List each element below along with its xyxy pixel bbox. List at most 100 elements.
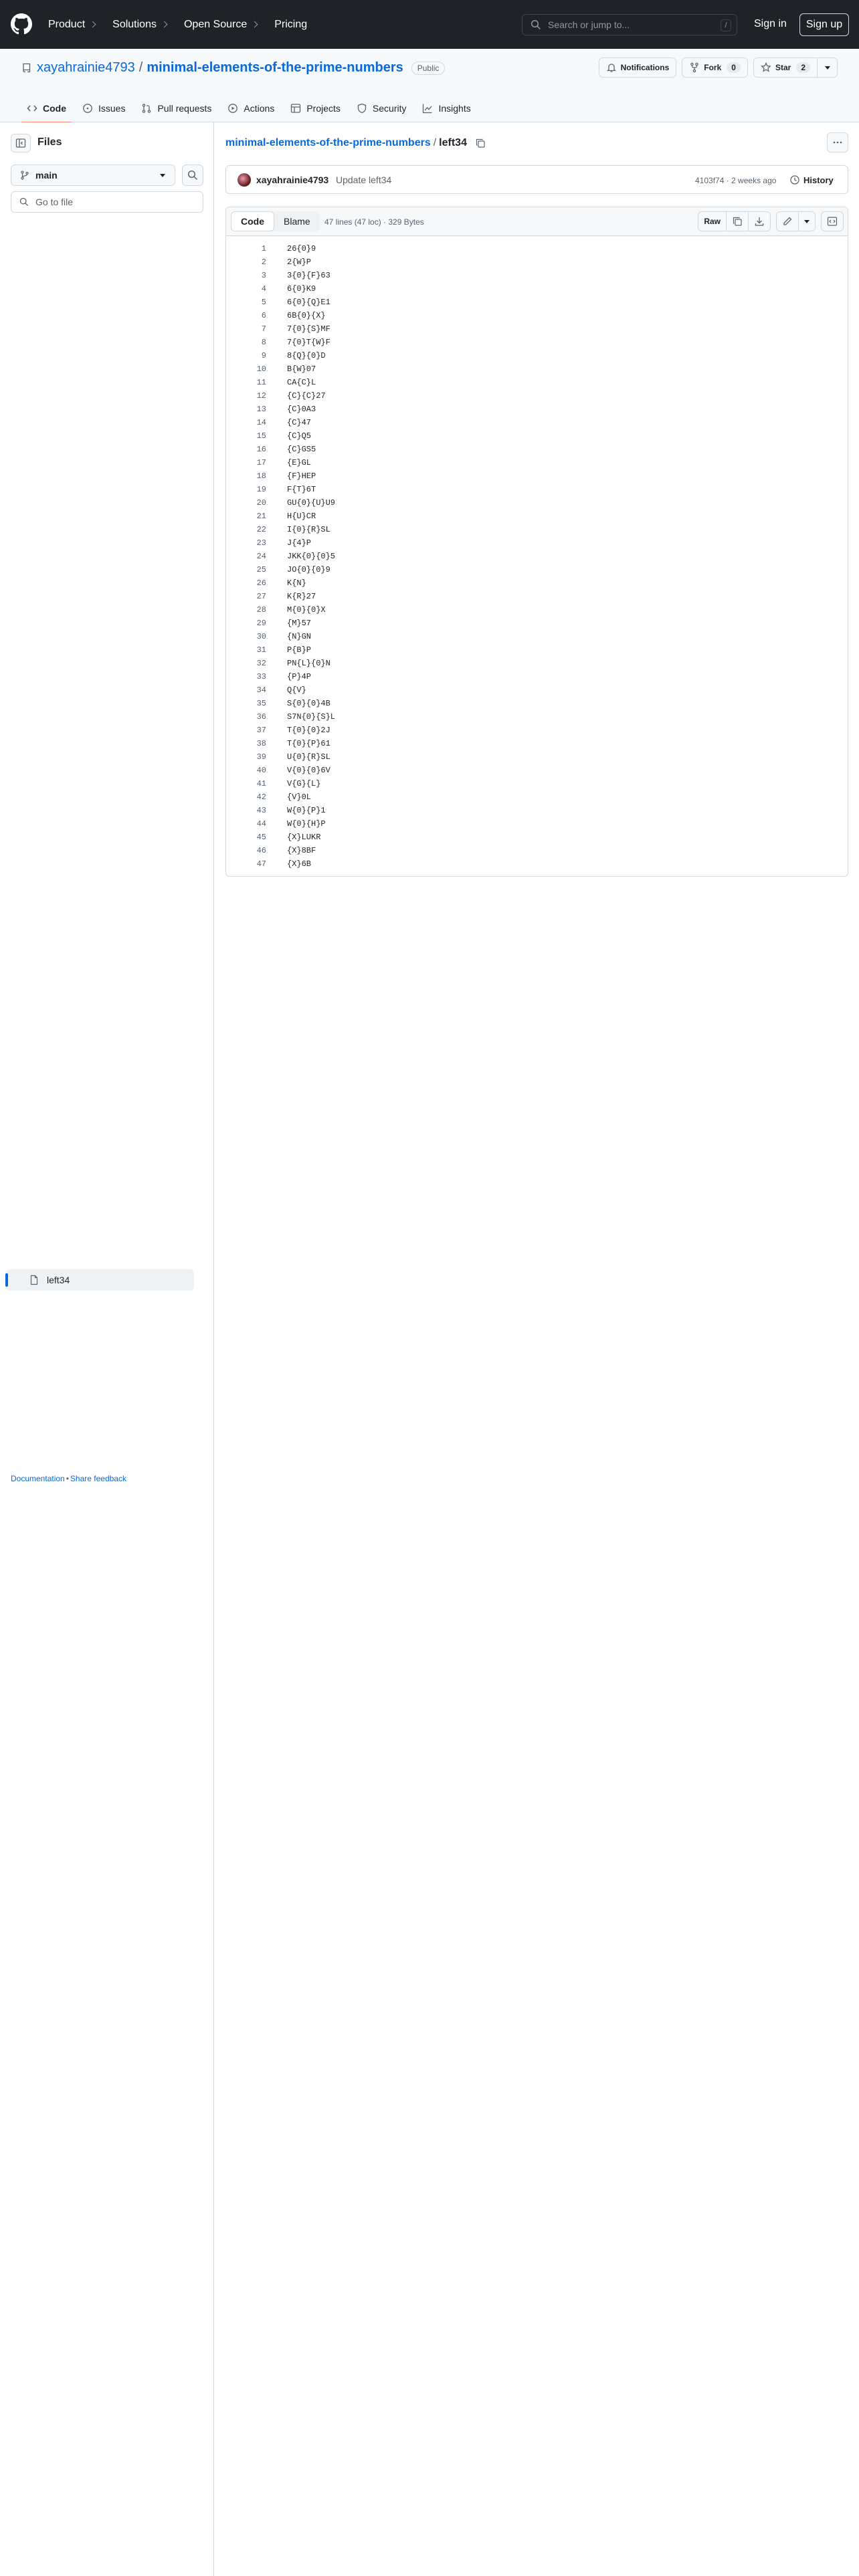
code-line: 14 {C}47 bbox=[226, 416, 848, 429]
line-number[interactable]: 27 bbox=[226, 590, 266, 603]
commit-message-link[interactable]: Update left34 bbox=[336, 175, 391, 185]
collapse-sidebar-button[interactable] bbox=[11, 134, 31, 152]
go-to-file-input[interactable]: Go to file bbox=[11, 191, 203, 213]
copy-path-icon[interactable] bbox=[475, 138, 486, 148]
line-number[interactable]: 21 bbox=[226, 510, 266, 523]
line-number[interactable]: 47 bbox=[226, 857, 266, 871]
raw-button[interactable]: Raw bbox=[698, 212, 726, 231]
code-line: 40 V{0}{0}6V bbox=[226, 764, 848, 777]
breadcrumb-repo-link[interactable]: minimal-elements-of-the-prime-numbers bbox=[225, 137, 431, 149]
line-number[interactable]: 19 bbox=[226, 483, 266, 496]
line-number[interactable]: 18 bbox=[226, 469, 266, 483]
line-content: P{B}P bbox=[287, 645, 312, 655]
search-icon bbox=[19, 197, 29, 207]
code-line: 35 S{0}{0}4B bbox=[226, 697, 848, 710]
search-files-button[interactable] bbox=[182, 165, 203, 186]
global-search-input[interactable]: Search or jump to... / bbox=[522, 14, 737, 35]
line-number[interactable]: 12 bbox=[226, 389, 266, 403]
share-feedback-link[interactable]: Share feedback bbox=[70, 1474, 126, 1483]
line-number[interactable]: 35 bbox=[226, 697, 266, 710]
nav-product[interactable]: Product bbox=[48, 19, 96, 31]
line-number[interactable]: 42 bbox=[226, 790, 266, 804]
line-number[interactable]: 17 bbox=[226, 456, 266, 469]
line-number[interactable]: 33 bbox=[226, 670, 266, 683]
copy-raw-button[interactable] bbox=[726, 212, 748, 231]
tab-pull-requests[interactable]: Pull requests bbox=[136, 94, 217, 122]
line-number[interactable]: 1 bbox=[226, 242, 266, 255]
line-number[interactable]: 36 bbox=[226, 710, 266, 724]
line-number[interactable]: 37 bbox=[226, 724, 266, 737]
line-number[interactable]: 44 bbox=[226, 817, 266, 831]
tab-insights[interactable]: Insights bbox=[417, 94, 476, 122]
line-number[interactable]: 22 bbox=[226, 523, 266, 536]
tab-projects[interactable]: Projects bbox=[285, 94, 346, 122]
line-number[interactable]: 30 bbox=[226, 630, 266, 643]
tab-code[interactable]: Code bbox=[21, 94, 72, 123]
line-number[interactable]: 10 bbox=[226, 362, 266, 376]
line-number[interactable]: 7 bbox=[226, 322, 266, 336]
symbols-panel-button[interactable] bbox=[822, 212, 843, 231]
line-number[interactable]: 4 bbox=[226, 282, 266, 296]
line-number[interactable]: 8 bbox=[226, 336, 266, 349]
fork-button[interactable]: Fork 0 bbox=[682, 58, 748, 78]
line-number[interactable]: 24 bbox=[226, 550, 266, 563]
line-number[interactable]: 20 bbox=[226, 496, 266, 510]
nav-solutions[interactable]: Solutions bbox=[112, 19, 168, 31]
sign-in-link[interactable]: Sign in bbox=[754, 18, 787, 30]
line-number[interactable]: 45 bbox=[226, 831, 266, 844]
line-number[interactable]: 29 bbox=[226, 617, 266, 630]
repo-owner-link[interactable]: xayahrainie4793 bbox=[37, 60, 135, 76]
edit-file-button[interactable] bbox=[777, 212, 798, 231]
branch-name: main bbox=[35, 170, 58, 181]
line-number[interactable]: 23 bbox=[226, 536, 266, 550]
code-view-button[interactable]: Code bbox=[231, 211, 274, 231]
line-number[interactable]: 14 bbox=[226, 416, 266, 429]
tab-issues[interactable]: Issues bbox=[77, 94, 130, 122]
star-button[interactable]: Star 2 bbox=[753, 58, 818, 78]
line-number[interactable]: 43 bbox=[226, 804, 266, 817]
blame-view-button[interactable]: Blame bbox=[274, 211, 320, 231]
line-number[interactable]: 2 bbox=[226, 255, 266, 269]
edit-dropdown-button[interactable] bbox=[798, 212, 815, 231]
tab-actions[interactable]: Actions bbox=[222, 94, 280, 122]
notifications-button[interactable]: Notifications bbox=[598, 58, 677, 78]
line-content: 6{0}K9 bbox=[287, 284, 316, 294]
history-link[interactable]: History bbox=[789, 175, 834, 185]
line-number[interactable]: 34 bbox=[226, 683, 266, 697]
line-number[interactable]: 41 bbox=[226, 777, 266, 790]
line-number[interactable]: 28 bbox=[226, 603, 266, 617]
line-number[interactable]: 40 bbox=[226, 764, 266, 777]
line-number[interactable]: 25 bbox=[226, 563, 266, 576]
star-dropdown-button[interactable] bbox=[818, 58, 838, 78]
nav-open-source[interactable]: Open Source bbox=[184, 19, 258, 31]
download-button[interactable] bbox=[748, 212, 770, 231]
line-number[interactable]: 46 bbox=[226, 844, 266, 857]
line-number[interactable]: 38 bbox=[226, 737, 266, 750]
line-number[interactable]: 16 bbox=[226, 443, 266, 456]
code-line: 26 K{N} bbox=[226, 576, 848, 590]
sign-up-button[interactable]: Sign up bbox=[799, 13, 849, 36]
documentation-link[interactable]: Documentation bbox=[11, 1474, 65, 1483]
tab-security[interactable]: Security bbox=[351, 94, 412, 122]
tree-item-left34[interactable]: left34 bbox=[5, 1269, 194, 1291]
line-number[interactable]: 15 bbox=[226, 429, 266, 443]
repo-name-link[interactable]: minimal-elements-of-the-prime-numbers bbox=[147, 60, 403, 76]
line-number[interactable]: 13 bbox=[226, 403, 266, 416]
line-number[interactable]: 9 bbox=[226, 349, 266, 362]
line-number[interactable]: 32 bbox=[226, 657, 266, 670]
avatar[interactable] bbox=[237, 173, 251, 187]
line-number[interactable]: 26 bbox=[226, 576, 266, 590]
commit-author-link[interactable]: xayahrainie4793 bbox=[256, 175, 328, 185]
nav-pricing[interactable]: Pricing bbox=[274, 19, 307, 31]
line-number[interactable]: 31 bbox=[226, 643, 266, 657]
more-options-button[interactable] bbox=[827, 132, 848, 152]
line-number[interactable]: 3 bbox=[226, 269, 266, 282]
symbols-group bbox=[821, 211, 844, 231]
line-number[interactable]: 5 bbox=[226, 296, 266, 309]
line-number[interactable]: 6 bbox=[226, 309, 266, 322]
line-number[interactable]: 11 bbox=[226, 376, 266, 389]
edit-actions-group bbox=[776, 211, 816, 231]
github-logo-icon[interactable] bbox=[11, 13, 32, 35]
branch-selector[interactable]: main bbox=[11, 165, 175, 186]
line-number[interactable]: 39 bbox=[226, 750, 266, 764]
